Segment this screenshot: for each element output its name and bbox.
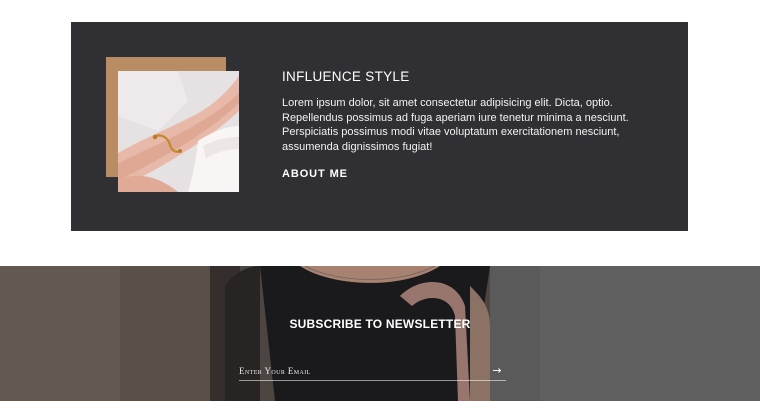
bracelet-photo (118, 71, 239, 192)
about-text-block: INFLUENCE STYLE Lorem ipsum dolor, sit a… (282, 68, 662, 182)
email-input[interactable] (239, 362, 479, 379)
about-card: INFLUENCE STYLE Lorem ipsum dolor, sit a… (71, 22, 688, 231)
about-body: Lorem ipsum dolor, sit amet consectetur … (282, 97, 629, 154)
newsletter-section: SUBSCRIBE TO NEWSLETTER → (0, 266, 760, 401)
newsletter-title: SUBSCRIBE TO NEWSLETTER (289, 317, 471, 331)
about-me-link[interactable]: ABOUT ME (282, 168, 348, 180)
bracelet-photo-art (118, 71, 239, 192)
newsletter-form: → (239, 362, 506, 381)
arrow-right-icon[interactable]: → (488, 363, 506, 379)
about-title: INFLUENCE STYLE (282, 69, 410, 84)
